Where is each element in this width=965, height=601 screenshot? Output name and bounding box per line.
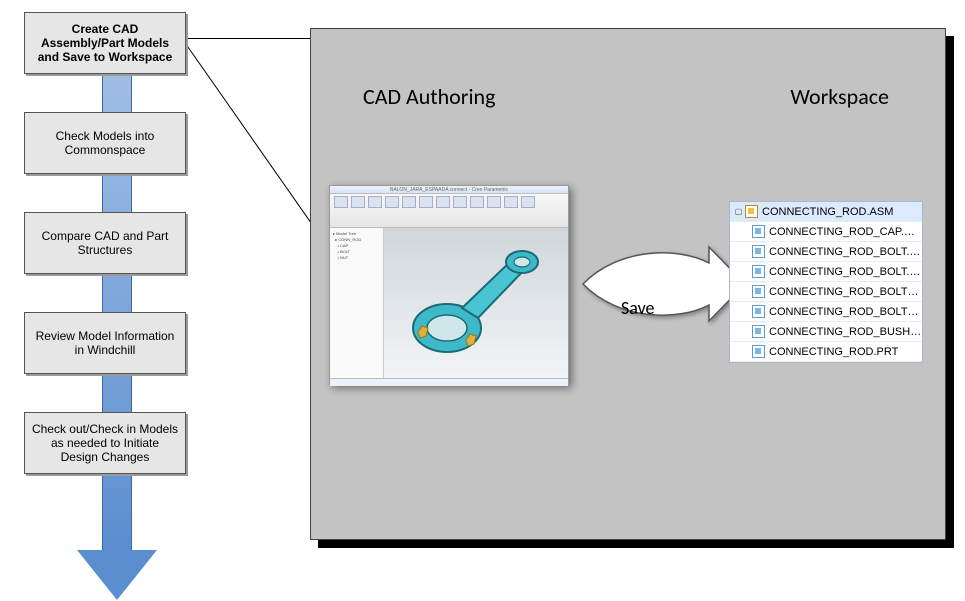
cad-status-bar [330, 378, 568, 386]
step-review-windchill[interactable]: Review Model Information in Windchill [24, 312, 186, 374]
tree-item-part[interactable]: CONNECTING_ROD_BOLT.PRT [730, 262, 922, 282]
flow-arrow-shaft [102, 32, 132, 552]
ribbon-button[interactable] [385, 196, 399, 208]
cad-ribbon-toolbar[interactable] [330, 194, 568, 228]
assembly-icon [745, 205, 758, 218]
collapse-icon[interactable]: ▢ [734, 207, 743, 216]
ribbon-button[interactable] [419, 196, 433, 208]
part-icon [752, 265, 765, 278]
workspace-heading: Workspace [790, 83, 889, 110]
tree-item-label: CONNECTING_ROD.PRT [769, 346, 898, 358]
tree-item-part[interactable]: CONNECTING_ROD_CAP.PRT [730, 222, 922, 242]
cad-app-window[interactable]: BALON_JARA_ESPAADA connect - Creo Parame… [329, 185, 569, 385]
step-check-out-in[interactable]: Check out/Check in Models as needed to I… [24, 412, 186, 474]
step-label: Compare CAD and Part Structures [31, 229, 179, 257]
ribbon-button[interactable] [351, 196, 365, 208]
connecting-rod-model [392, 236, 557, 368]
workflow-column: Create CAD Assembly/Part Models and Save… [24, 12, 186, 512]
tree-item-assembly[interactable]: ▢ CONNECTING_ROD.ASM [730, 202, 922, 222]
ribbon-button[interactable] [402, 196, 416, 208]
save-arrow-label: Save [621, 297, 655, 319]
ribbon-button[interactable] [334, 196, 348, 208]
step-create-cad[interactable]: Create CAD Assembly/Part Models and Save… [24, 12, 186, 74]
ribbon-button[interactable] [521, 196, 535, 208]
part-icon [752, 345, 765, 358]
step-label: Check out/Check in Models as needed to I… [31, 422, 179, 464]
ribbon-button[interactable] [487, 196, 501, 208]
workspace-tree[interactable]: ▢ CONNECTING_ROD.ASM CONNECTING_ROD_CAP.… [729, 201, 923, 363]
step-label: Create CAD Assembly/Part Models and Save… [31, 22, 179, 64]
ribbon-button[interactable] [436, 196, 450, 208]
main-panel: CAD Authoring Workspace BALON_JARA_ESPAA… [310, 28, 946, 540]
tree-item-label: CONNECTING_ROD.ASM [762, 206, 893, 218]
tree-item-label: CONNECTING_ROD_BOLT_NUT.PRT [769, 306, 922, 318]
tree-item-part[interactable]: CONNECTING_ROD_BUSHING.PRT [730, 322, 922, 342]
cad-model-tree[interactable]: ▸ Model Tree ▸ CONN_ROD • CAP • BOLT • N… [330, 228, 384, 378]
tree-item-label: CONNECTING_ROD_BOLT_NUT.PRT [769, 286, 922, 298]
tree-item-label: CONNECTING_ROD_CAP.PRT [769, 226, 922, 238]
part-icon [752, 285, 765, 298]
callout-line-diagonal [182, 38, 315, 227]
tree-item-label: CONNECTING_ROD_BOLT.PRT [769, 266, 922, 278]
callout-line-top [182, 38, 312, 39]
save-arrow-icon [579, 239, 749, 329]
cad-titlebar: BALON_JARA_ESPAADA connect - Creo Parame… [330, 186, 568, 194]
cad-authoring-heading: CAD Authoring [363, 83, 495, 110]
tree-item-label: CONNECTING_ROD_BUSHING.PRT [769, 326, 922, 338]
step-label: Check Models into Commonspace [31, 129, 179, 157]
part-icon [752, 225, 765, 238]
step-label: Review Model Information in Windchill [31, 329, 179, 357]
part-icon [752, 325, 765, 338]
cad-3d-viewport[interactable] [384, 228, 568, 378]
part-icon [752, 305, 765, 318]
ribbon-button[interactable] [470, 196, 484, 208]
tree-item-part[interactable]: CONNECTING_ROD_BOLT.PRT [730, 242, 922, 262]
ribbon-button[interactable] [504, 196, 518, 208]
step-compare-structures[interactable]: Compare CAD and Part Structures [24, 212, 186, 274]
tree-item-part[interactable]: CONNECTING_ROD.PRT [730, 342, 922, 362]
tree-item-part[interactable]: CONNECTING_ROD_BOLT_NUT.PRT [730, 282, 922, 302]
flow-arrow-head [77, 550, 157, 600]
step-check-commonspace[interactable]: Check Models into Commonspace [24, 112, 186, 174]
ribbon-button[interactable] [368, 196, 382, 208]
part-icon [752, 245, 765, 258]
tree-item-part[interactable]: CONNECTING_ROD_BOLT_NUT.PRT [730, 302, 922, 322]
tree-item-label: CONNECTING_ROD_BOLT.PRT [769, 246, 922, 258]
ribbon-button[interactable] [453, 196, 467, 208]
